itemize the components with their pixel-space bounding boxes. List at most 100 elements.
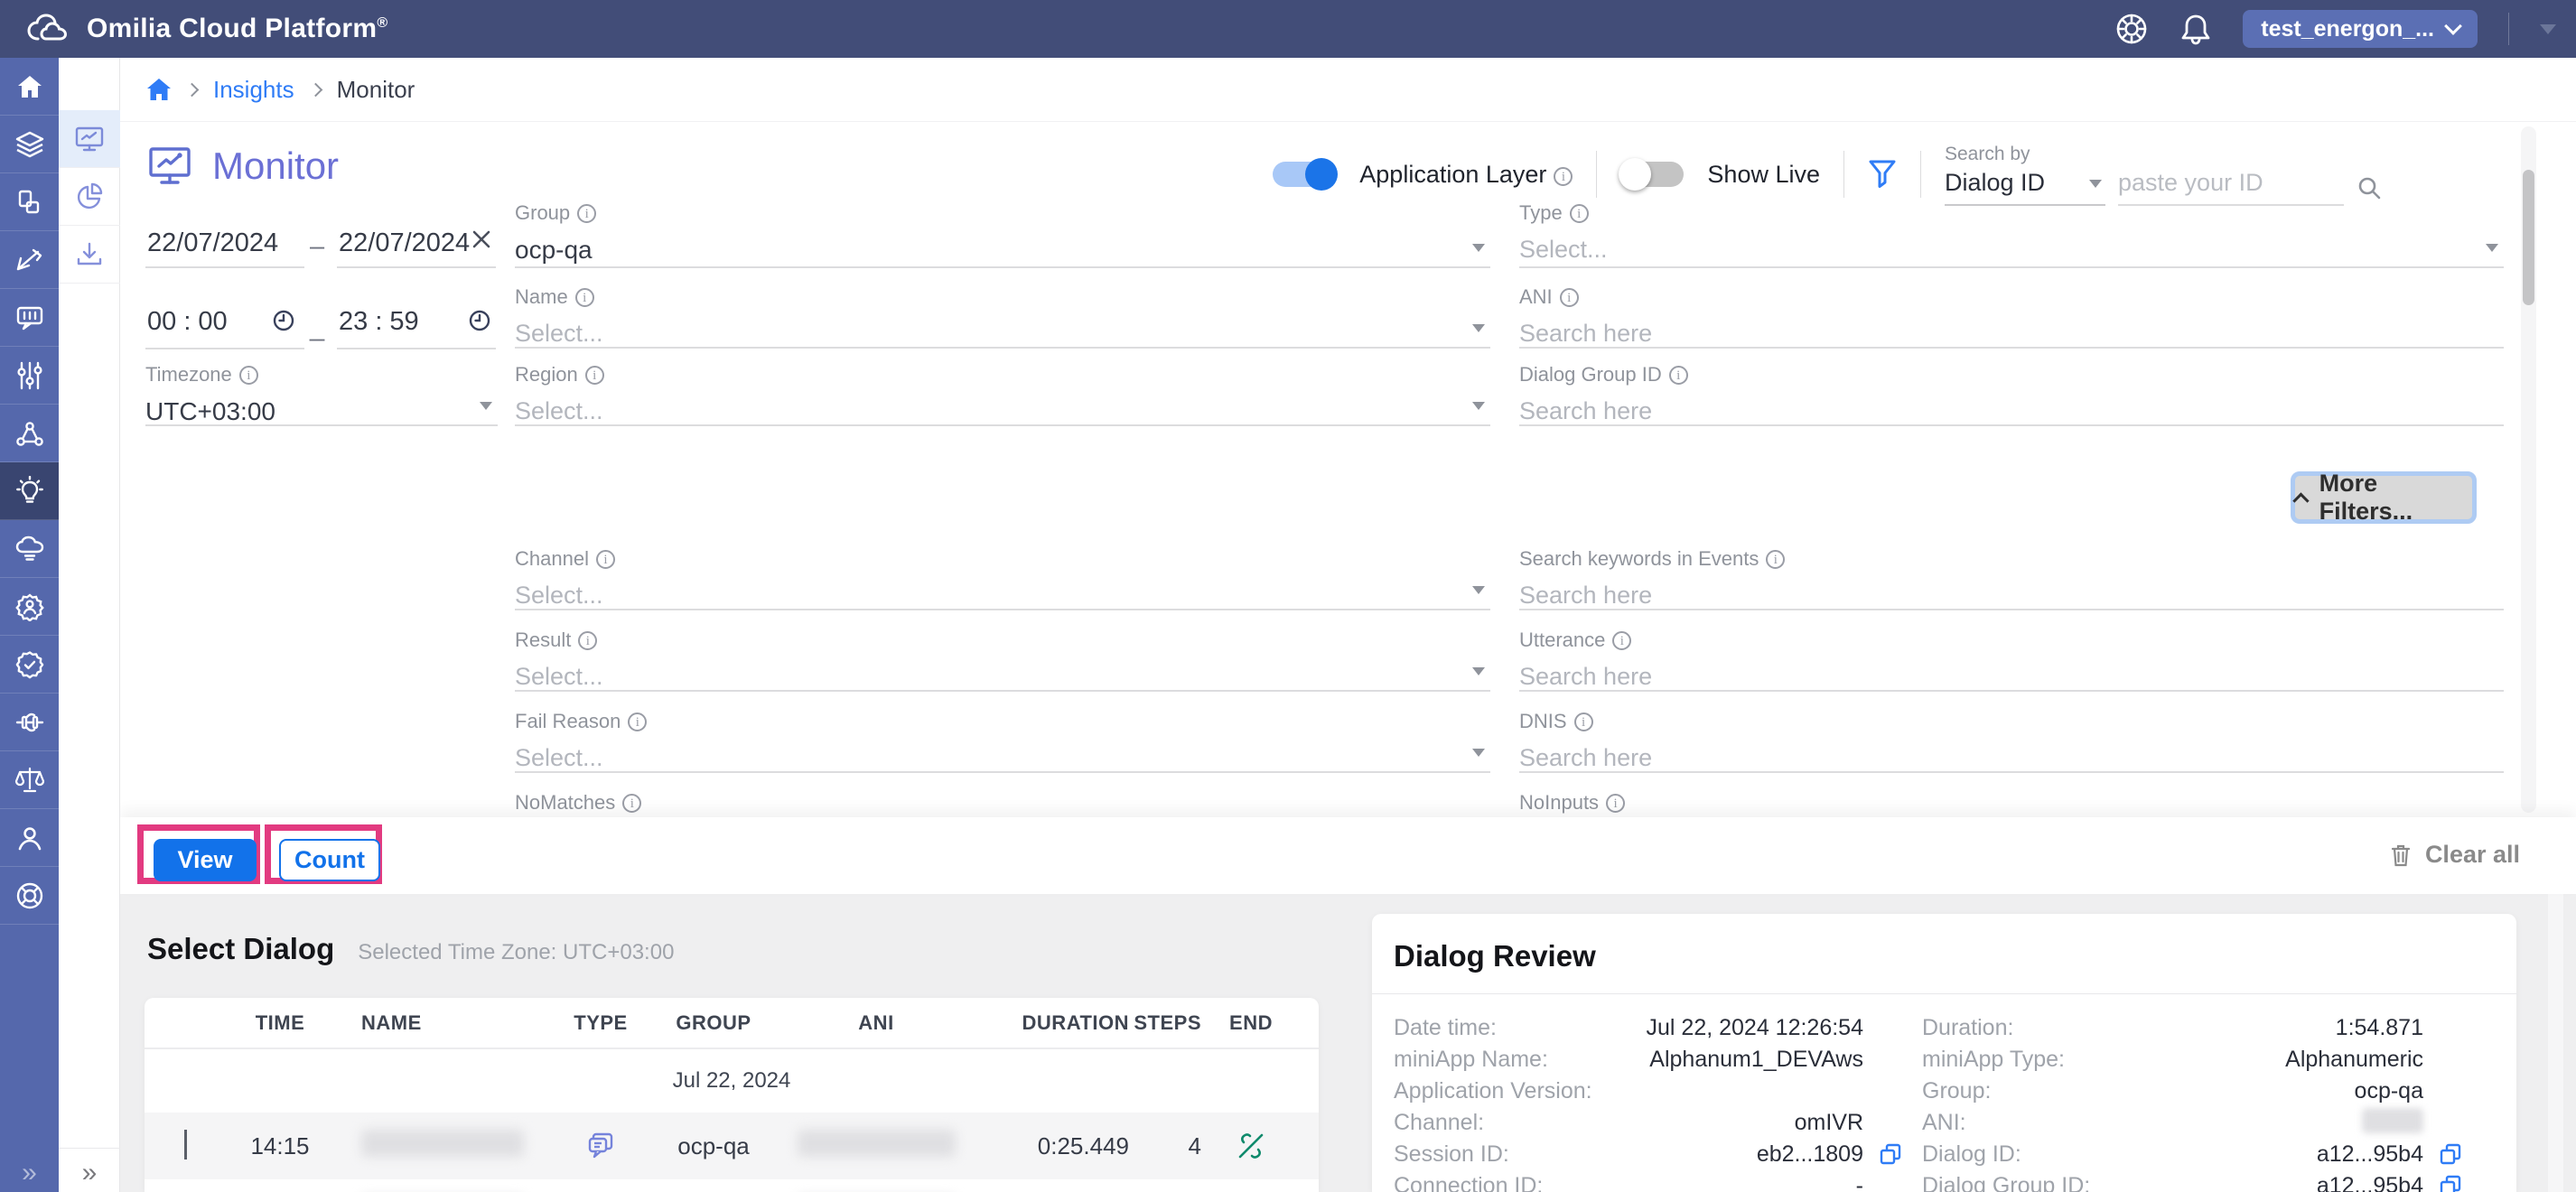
- time-from-field[interactable]: 00 : 00: [147, 307, 228, 337]
- breadcrumb-insights-link[interactable]: Insights: [213, 76, 294, 104]
- info-icon[interactable]: [1554, 167, 1573, 186]
- ani-filter[interactable]: ANI Search here: [1519, 285, 2504, 349]
- info-icon[interactable]: [575, 288, 594, 307]
- sidebar-item-conversation[interactable]: [0, 289, 59, 347]
- copy-icon[interactable]: [2440, 1143, 2461, 1165]
- utterance-filter[interactable]: Utterance Search here: [1519, 629, 2504, 692]
- col-type[interactable]: TYPE: [551, 1011, 650, 1035]
- tenant-selector-button[interactable]: test_energon_...: [2243, 10, 2478, 48]
- info-icon[interactable]: [596, 550, 615, 569]
- col-duration[interactable]: DURATION: [975, 1011, 1129, 1035]
- name-filter[interactable]: Name Select...: [515, 285, 1490, 349]
- cell-end: [1201, 1131, 1301, 1161]
- count-highlight-annotation: Count: [265, 824, 382, 884]
- col-ani[interactable]: ANI: [777, 1011, 975, 1035]
- dialog-group-id-filter[interactable]: Dialog Group ID Search here: [1519, 363, 2504, 426]
- redacted-text: [361, 1130, 524, 1157]
- table-row[interactable]: [145, 1179, 1319, 1192]
- count-button[interactable]: Count: [279, 839, 380, 881]
- copy-icon[interactable]: [2440, 1175, 2461, 1192]
- timezone-filter[interactable]: Timezone UTC+03:00: [145, 363, 498, 426]
- sidebar-item-admin[interactable]: [0, 578, 59, 636]
- caret-down-icon: [1472, 244, 1485, 252]
- sidebar-item-support[interactable]: [0, 867, 59, 925]
- review-label: Dialog Group ID:: [1922, 1173, 2090, 1192]
- info-icon[interactable]: [577, 204, 596, 223]
- search-by-select[interactable]: Dialog ID: [1945, 169, 2105, 206]
- info-icon[interactable]: [578, 631, 597, 650]
- show-live-toggle[interactable]: [1620, 162, 1684, 187]
- search-keywords-filter[interactable]: Search keywords in Events Search here: [1519, 547, 2504, 610]
- subnav-item-monitor[interactable]: [59, 110, 120, 168]
- sidebar-item-home[interactable]: [0, 58, 59, 116]
- clear-all-button[interactable]: Clear all: [2389, 841, 2520, 869]
- topbar-caret-icon[interactable]: [2540, 24, 2556, 34]
- date-from-field[interactable]: 22/07/2024: [147, 228, 278, 258]
- application-layer-toggle[interactable]: [1273, 162, 1336, 187]
- info-icon[interactable]: [628, 712, 647, 731]
- info-icon[interactable]: [239, 366, 258, 385]
- omilia-cloud-platform-app: Omilia Cloud Platform® test_energon_...: [0, 0, 2576, 1192]
- region-filter[interactable]: Region Select...: [515, 363, 1490, 426]
- channel-filter[interactable]: Channel Select...: [515, 547, 1490, 610]
- copy-icon[interactable]: [1880, 1143, 1901, 1165]
- search-id-input[interactable]: [2118, 169, 2344, 206]
- group-filter[interactable]: Group ocp-qa: [515, 201, 1490, 268]
- result-filter[interactable]: Result Select...: [515, 629, 1490, 692]
- settings-gear-icon[interactable]: [2114, 12, 2149, 46]
- caret-down-icon: [2486, 244, 2498, 252]
- breadcrumb-home-icon[interactable]: [147, 79, 171, 100]
- review-value: Alphanumeric: [2098, 1047, 2423, 1073]
- sidebar-item-profile[interactable]: [0, 809, 59, 867]
- col-steps[interactable]: STEPS: [1129, 1011, 1201, 1035]
- sidebar-item-insights[interactable]: [0, 462, 59, 520]
- col-end[interactable]: END: [1201, 1011, 1301, 1035]
- info-icon[interactable]: [622, 794, 641, 813]
- header-controls: Application Layer Show Live Search by Di…: [1273, 147, 2382, 201]
- review-value: Jul 22, 2024 12:26:54: [1601, 1015, 1863, 1041]
- review-label: Channel:: [1394, 1110, 1484, 1136]
- col-name[interactable]: NAME: [334, 1011, 551, 1035]
- sidebar-item-cloud-services[interactable]: [0, 520, 59, 578]
- time-to-field[interactable]: 23 : 59: [339, 307, 419, 337]
- info-icon[interactable]: [1766, 550, 1785, 569]
- sidebar-item-components[interactable]: [0, 173, 59, 231]
- table-row[interactable]: 14:15 ocp-qa 0:25.449 4: [145, 1113, 1319, 1179]
- info-icon[interactable]: [1669, 366, 1688, 385]
- col-group[interactable]: GROUP: [650, 1011, 777, 1035]
- info-icon[interactable]: [585, 366, 604, 385]
- notifications-bell-icon[interactable]: [2179, 12, 2212, 46]
- clear-dates-icon[interactable]: [471, 228, 492, 250]
- sidebar-item-certification[interactable]: [0, 636, 59, 694]
- filter-funnel-icon[interactable]: [1868, 159, 1897, 190]
- sidebar-item-compliance[interactable]: [0, 751, 59, 809]
- info-icon[interactable]: [1606, 794, 1625, 813]
- sidebar-item-design-tools[interactable]: [0, 231, 59, 289]
- sidebar-item-integrations[interactable]: [0, 694, 59, 751]
- sidebar-item-sliders[interactable]: [0, 347, 59, 405]
- type-filter[interactable]: Type Select...: [1519, 201, 2504, 268]
- info-icon[interactable]: [1574, 712, 1593, 731]
- sidebar-item-network[interactable]: [0, 405, 59, 462]
- fail-reason-filter[interactable]: Fail Reason Select...: [515, 710, 1490, 773]
- sidebar-item-layers[interactable]: [0, 116, 59, 173]
- dnis-filter[interactable]: DNIS Search here: [1519, 710, 2504, 773]
- subnav-item-export[interactable]: [59, 226, 120, 284]
- info-icon[interactable]: [1570, 204, 1589, 223]
- clock-icon[interactable]: [468, 309, 491, 332]
- col-time[interactable]: TIME: [226, 1011, 334, 1035]
- info-icon[interactable]: [1560, 288, 1579, 307]
- breadcrumb-current-page: Monitor: [337, 76, 415, 104]
- info-icon[interactable]: [1612, 631, 1631, 650]
- view-button[interactable]: View: [154, 839, 257, 881]
- subnav-item-reports[interactable]: [59, 168, 120, 226]
- more-filters-button[interactable]: More Filters...: [2291, 471, 2477, 524]
- filter-scrollbar-thumb[interactable]: [2523, 170, 2534, 305]
- search-icon[interactable]: [2357, 175, 2382, 200]
- secondary-rail-expand-icon[interactable]: »: [59, 1148, 120, 1188]
- expand-row-icon[interactable]: [184, 1130, 187, 1159]
- date-to-field[interactable]: 22/07/2024: [339, 228, 470, 258]
- clock-icon[interactable]: [272, 309, 295, 332]
- primary-rail-expand-icon[interactable]: »: [0, 1158, 59, 1188]
- filter-scrollbar[interactable]: [2521, 126, 2536, 813]
